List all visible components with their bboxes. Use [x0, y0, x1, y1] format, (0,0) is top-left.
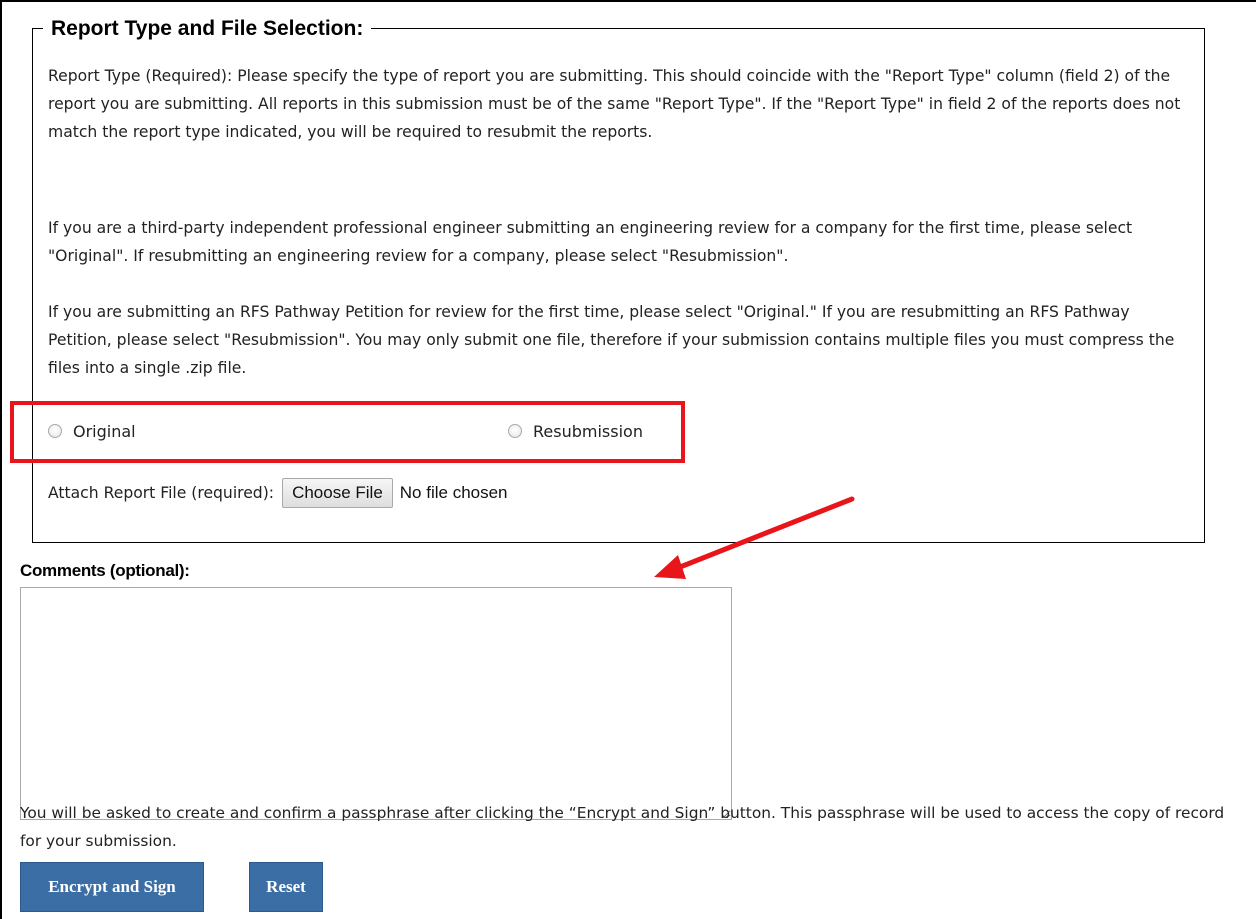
attach-file-row: Attach Report File (required): Choose Fi…: [48, 477, 508, 509]
rfs-petition-instructions: If you are submitting an RFS Pathway Pet…: [48, 303, 1175, 377]
attach-file-label: Attach Report File (required):: [48, 484, 275, 502]
red-arrow-annotation: [654, 496, 855, 579]
report-type-instructions: Report Type (Required): Please specify t…: [48, 67, 1181, 141]
top-border: [0, 0, 1256, 2]
choose-file-button[interactable]: Choose File: [282, 478, 393, 508]
left-border: [0, 0, 2, 919]
fieldset-legend: Report Type and File Selection:: [43, 18, 372, 40]
reset-button[interactable]: Reset: [249, 862, 323, 912]
comments-label: Comments (optional):: [20, 561, 190, 580]
comments-textarea[interactable]: [20, 587, 732, 820]
passphrase-note: You will be asked to create and confirm …: [20, 804, 1225, 850]
encrypt-and-sign-button[interactable]: Encrypt and Sign: [20, 862, 204, 912]
file-status-text: No file chosen: [399, 483, 508, 502]
radio-highlight-box: [10, 401, 685, 463]
engineer-review-instructions: If you are a third-party independent pro…: [48, 219, 1133, 265]
